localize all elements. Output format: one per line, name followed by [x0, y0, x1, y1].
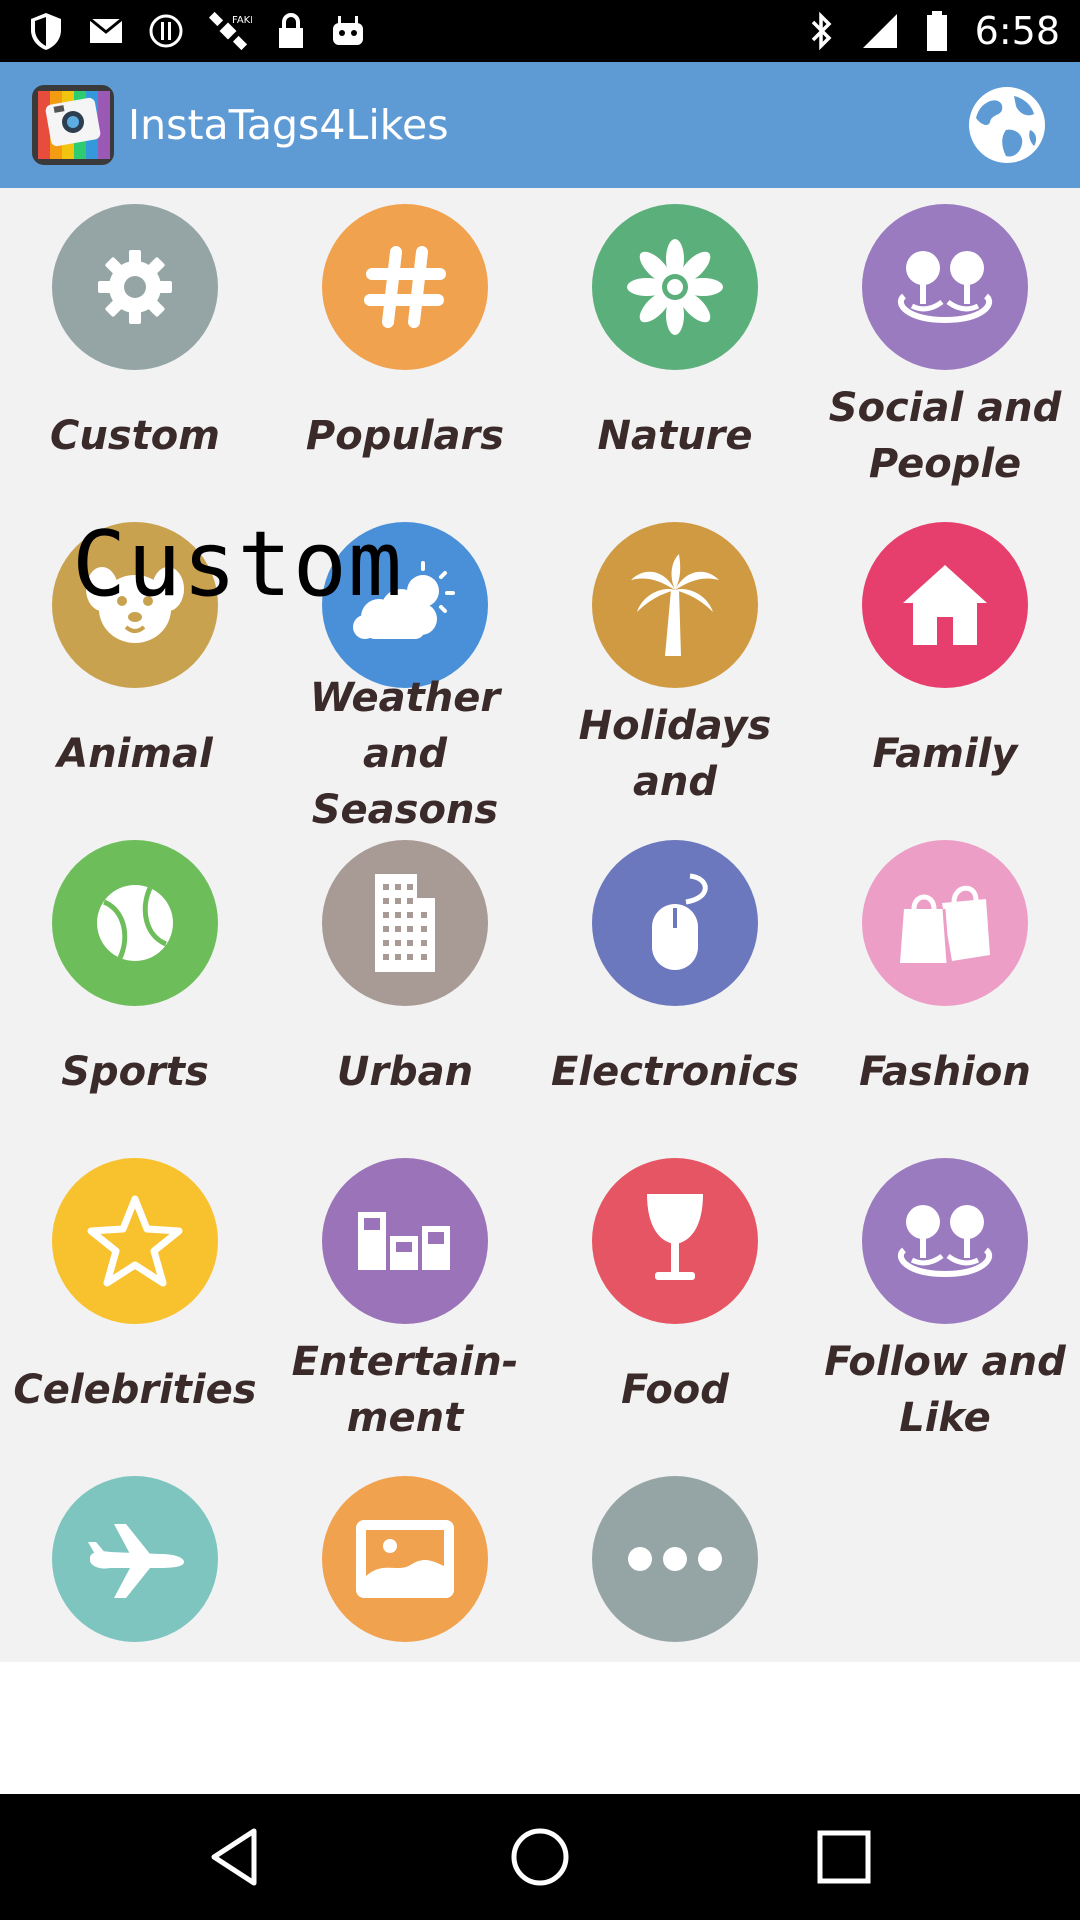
robot-icon [330, 13, 366, 49]
navigation-bar [0, 1794, 1080, 1920]
satellite-icon: FAKE [208, 11, 252, 51]
status-right-icons: 6:58 [809, 8, 1060, 54]
category-nature[interactable]: Nature [540, 188, 810, 506]
category-celebrities[interactable]: Celebrities [0, 1142, 270, 1460]
podium-icon [322, 1158, 488, 1324]
screen: FAKE 6:58 [0, 0, 1080, 1920]
palm-tree-icon [592, 522, 758, 688]
category-label: Urban [336, 1049, 474, 1095]
category-fashion[interactable]: Fashion [810, 824, 1080, 1142]
home-icon[interactable] [504, 1821, 576, 1893]
bottom-blank-area [0, 1662, 1080, 1794]
people-icon [862, 204, 1028, 370]
app-title: InstaTags4Likes [128, 101, 449, 149]
mouse-icon [592, 840, 758, 1006]
status-left-icons: FAKE [28, 8, 366, 54]
category-label: Social and People [828, 385, 1062, 487]
category-label: Sports [61, 1049, 209, 1095]
category-grid: Custom Populars Nature Social and People… [0, 188, 1080, 1662]
category-label: Weather and Seasons [309, 675, 501, 833]
category-urban[interactable]: Urban [270, 824, 540, 1142]
category-label: Entertain- ment [291, 1339, 519, 1441]
svg-text:FAKE: FAKE [232, 15, 252, 26]
category-custom[interactable]: Custom [0, 188, 270, 506]
alert-icon [148, 13, 184, 49]
category-social-and-people[interactable]: Social and People [810, 188, 1080, 506]
lock-icon [276, 12, 306, 50]
category-label: Celebrities [13, 1367, 257, 1413]
category-more[interactable] [540, 1460, 810, 1662]
globe-icon[interactable] [966, 84, 1048, 166]
app-bar: InstaTags4Likes [0, 62, 1080, 188]
category-follow-and-like[interactable]: Follow and Like [810, 1142, 1080, 1460]
category-entertainment[interactable]: Entertain- ment [270, 1142, 540, 1460]
app-camera-logo[interactable] [30, 83, 116, 167]
category-label: Populars [305, 413, 505, 459]
star-icon [52, 1158, 218, 1324]
home-icon [862, 522, 1028, 688]
shopping-bag-icon [862, 840, 1028, 1006]
category-sports[interactable]: Sports [0, 824, 270, 1142]
mail-icon [88, 16, 124, 46]
category-pictures[interactable] [270, 1460, 540, 1662]
signal-icon [861, 12, 899, 50]
gear-icon [52, 204, 218, 370]
building-icon [322, 840, 488, 1006]
people-icon [862, 1158, 1028, 1324]
category-holidays[interactable]: Holidays and [540, 506, 810, 824]
category-label: Nature [597, 413, 753, 459]
ball-icon [52, 840, 218, 1006]
category-label: Food [621, 1367, 729, 1413]
category-label: Electronics [551, 1049, 799, 1095]
category-label: Holidays and [578, 703, 772, 805]
flower-icon [592, 204, 758, 370]
airplane-icon [52, 1476, 218, 1642]
status-bar: FAKE 6:58 [0, 0, 1080, 62]
category-family[interactable]: Family [810, 506, 1080, 824]
recents-icon[interactable] [808, 1821, 880, 1893]
category-label: Custom [50, 413, 220, 459]
battery-icon [925, 10, 949, 52]
category-label: Fashion [859, 1049, 1031, 1095]
picture-icon [322, 1476, 488, 1642]
hashtag-icon [322, 204, 488, 370]
back-icon[interactable] [200, 1821, 272, 1893]
category-travel[interactable] [0, 1460, 270, 1662]
bluetooth-icon [809, 11, 835, 51]
status-time: 6:58 [974, 9, 1060, 53]
shield-icon [28, 11, 64, 51]
category-food[interactable]: Food [540, 1142, 810, 1460]
category-label: Follow and Like [824, 1339, 1066, 1441]
category-label: Family [872, 731, 1018, 777]
wine-glass-icon [592, 1158, 758, 1324]
overlay-custom-text: Custom [72, 512, 404, 617]
more-icon [592, 1476, 758, 1642]
category-populars[interactable]: Populars [270, 188, 540, 506]
category-label: Animal [57, 731, 213, 777]
category-electronics[interactable]: Electronics [540, 824, 810, 1142]
